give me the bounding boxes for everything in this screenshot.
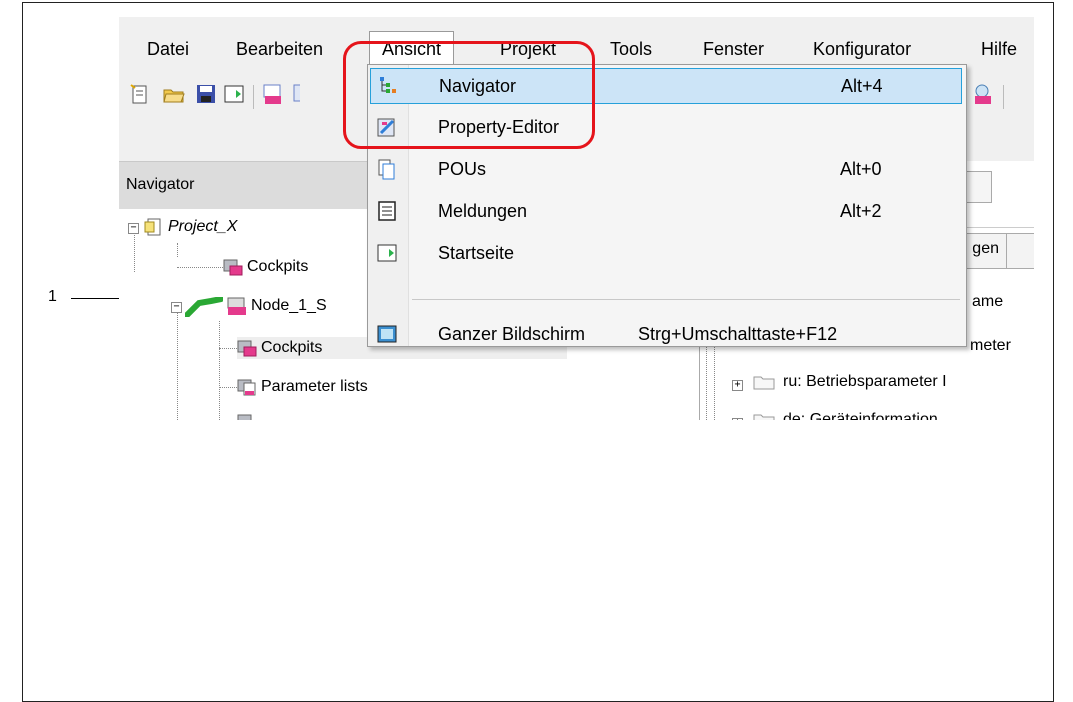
menu-item-shortcut: Alt+2 (840, 201, 882, 221)
tree-item-node[interactable]: Node_1_S (184, 295, 327, 318)
tree-item-label: Project_X (168, 218, 238, 235)
menu-item-pous[interactable]: POUs Alt+0 (370, 152, 962, 188)
folder-icon (237, 413, 257, 420)
menu-hilfe[interactable]: Hilfe (981, 37, 1017, 61)
menu-item-startseite[interactable]: Startseite (370, 236, 962, 272)
menu-bearbeiten[interactable]: Bearbeiten (236, 37, 323, 61)
toolbar-separator (1003, 85, 1004, 109)
detail-tree-item[interactable]: + de: Geräteinformation (732, 411, 938, 420)
menu-konfigurator[interactable]: Konfigurator (813, 37, 911, 61)
keb-device-icon (227, 297, 247, 315)
tree-item-label: Cockpits (261, 339, 323, 356)
highlight-callout (343, 41, 595, 149)
toolbar-icon-partial[interactable] (292, 83, 300, 105)
expand-toggle[interactable]: + (732, 418, 743, 420)
menu-tools[interactable]: Tools (610, 37, 652, 61)
menu-fenster[interactable]: Fenster (703, 37, 764, 61)
collapse-toggle[interactable]: − (171, 302, 182, 313)
cockpits-icon (223, 258, 243, 276)
menu-item-shortcut: Strg+Umschalttaste+F12 (638, 324, 838, 344)
tree-guide-line (219, 387, 237, 388)
pous-icon (376, 158, 398, 180)
tree-guide-line (219, 348, 237, 349)
fullscreen-icon (376, 323, 398, 345)
toolbar-separator (253, 85, 254, 109)
tree-item-cockpits[interactable]: Cockpits (223, 256, 308, 278)
import-icon[interactable] (223, 83, 245, 105)
detail-tree-label: de: Geräteinformation (783, 411, 938, 420)
detail-row: meter (970, 337, 1011, 354)
menu-datei[interactable]: Datei (147, 37, 189, 61)
tree-guide-line (714, 347, 715, 420)
tree-guide-line (706, 347, 707, 420)
menu-item-label: Startseite (438, 243, 515, 263)
detail-row: ame (972, 293, 1004, 310)
detail-tree-item[interactable]: + ru: Betriebsparameter I (732, 373, 947, 391)
screenshot-region: Datei Bearbeiten Ansicht Projekt Tools F… (119, 17, 1034, 420)
parameter-list-icon (237, 378, 257, 396)
detail-tree-label: ru: Betriebsparameter I (783, 373, 947, 390)
tree-guide-line (177, 243, 178, 257)
expand-toggle[interactable]: + (732, 380, 743, 391)
menu-separator (412, 299, 960, 300)
navigator-title: Navigator (126, 176, 195, 193)
menu-item-label: Meldungen (438, 201, 528, 221)
folder-icon (753, 414, 775, 420)
tree-item-label: Parameter lists (261, 378, 368, 395)
connection-icon (184, 295, 224, 318)
start-page-icon (376, 242, 398, 264)
tree-guide-line (177, 309, 178, 420)
menu-item-label: POUs (438, 159, 487, 179)
cockpits-icon (237, 339, 257, 357)
project-icon (144, 218, 164, 236)
open-folder-icon[interactable] (163, 83, 185, 105)
tree-item-partial[interactable] (237, 411, 261, 420)
menu-item-shortcut: Alt+4 (841, 76, 883, 96)
callout-number: 1 (48, 288, 57, 305)
collapse-toggle[interactable]: − (128, 223, 139, 234)
detail-subtab[interactable] (1006, 233, 1034, 269)
new-file-icon[interactable] (129, 83, 151, 105)
menu-item-meldungen[interactable]: Meldungen Alt+2 (370, 194, 962, 230)
menu-item-shortcut: Alt+0 (840, 159, 882, 179)
folder-icon (753, 376, 775, 390)
keb-search-icon[interactable] (972, 83, 994, 105)
messages-icon (376, 200, 398, 222)
tree-guide-line (177, 267, 223, 268)
tree-item-label: Cockpits (247, 258, 309, 275)
tree-item-parameter-lists[interactable]: Parameter lists (237, 376, 368, 398)
keb-book-icon[interactable] (262, 83, 284, 105)
tree-item-label: Node_1_S (251, 297, 327, 314)
menu-item-ganzer-bildschirm[interactable]: Ganzer Bildschirm Strg+Umschalttaste+F12 (370, 317, 962, 353)
tree-guide-line (219, 321, 220, 420)
tree-item-project[interactable]: Project_X (144, 216, 237, 238)
subtab-label: gen (972, 240, 999, 257)
save-icon[interactable] (195, 83, 217, 105)
menu-item-label: Ganzer Bildschirm (438, 324, 586, 344)
